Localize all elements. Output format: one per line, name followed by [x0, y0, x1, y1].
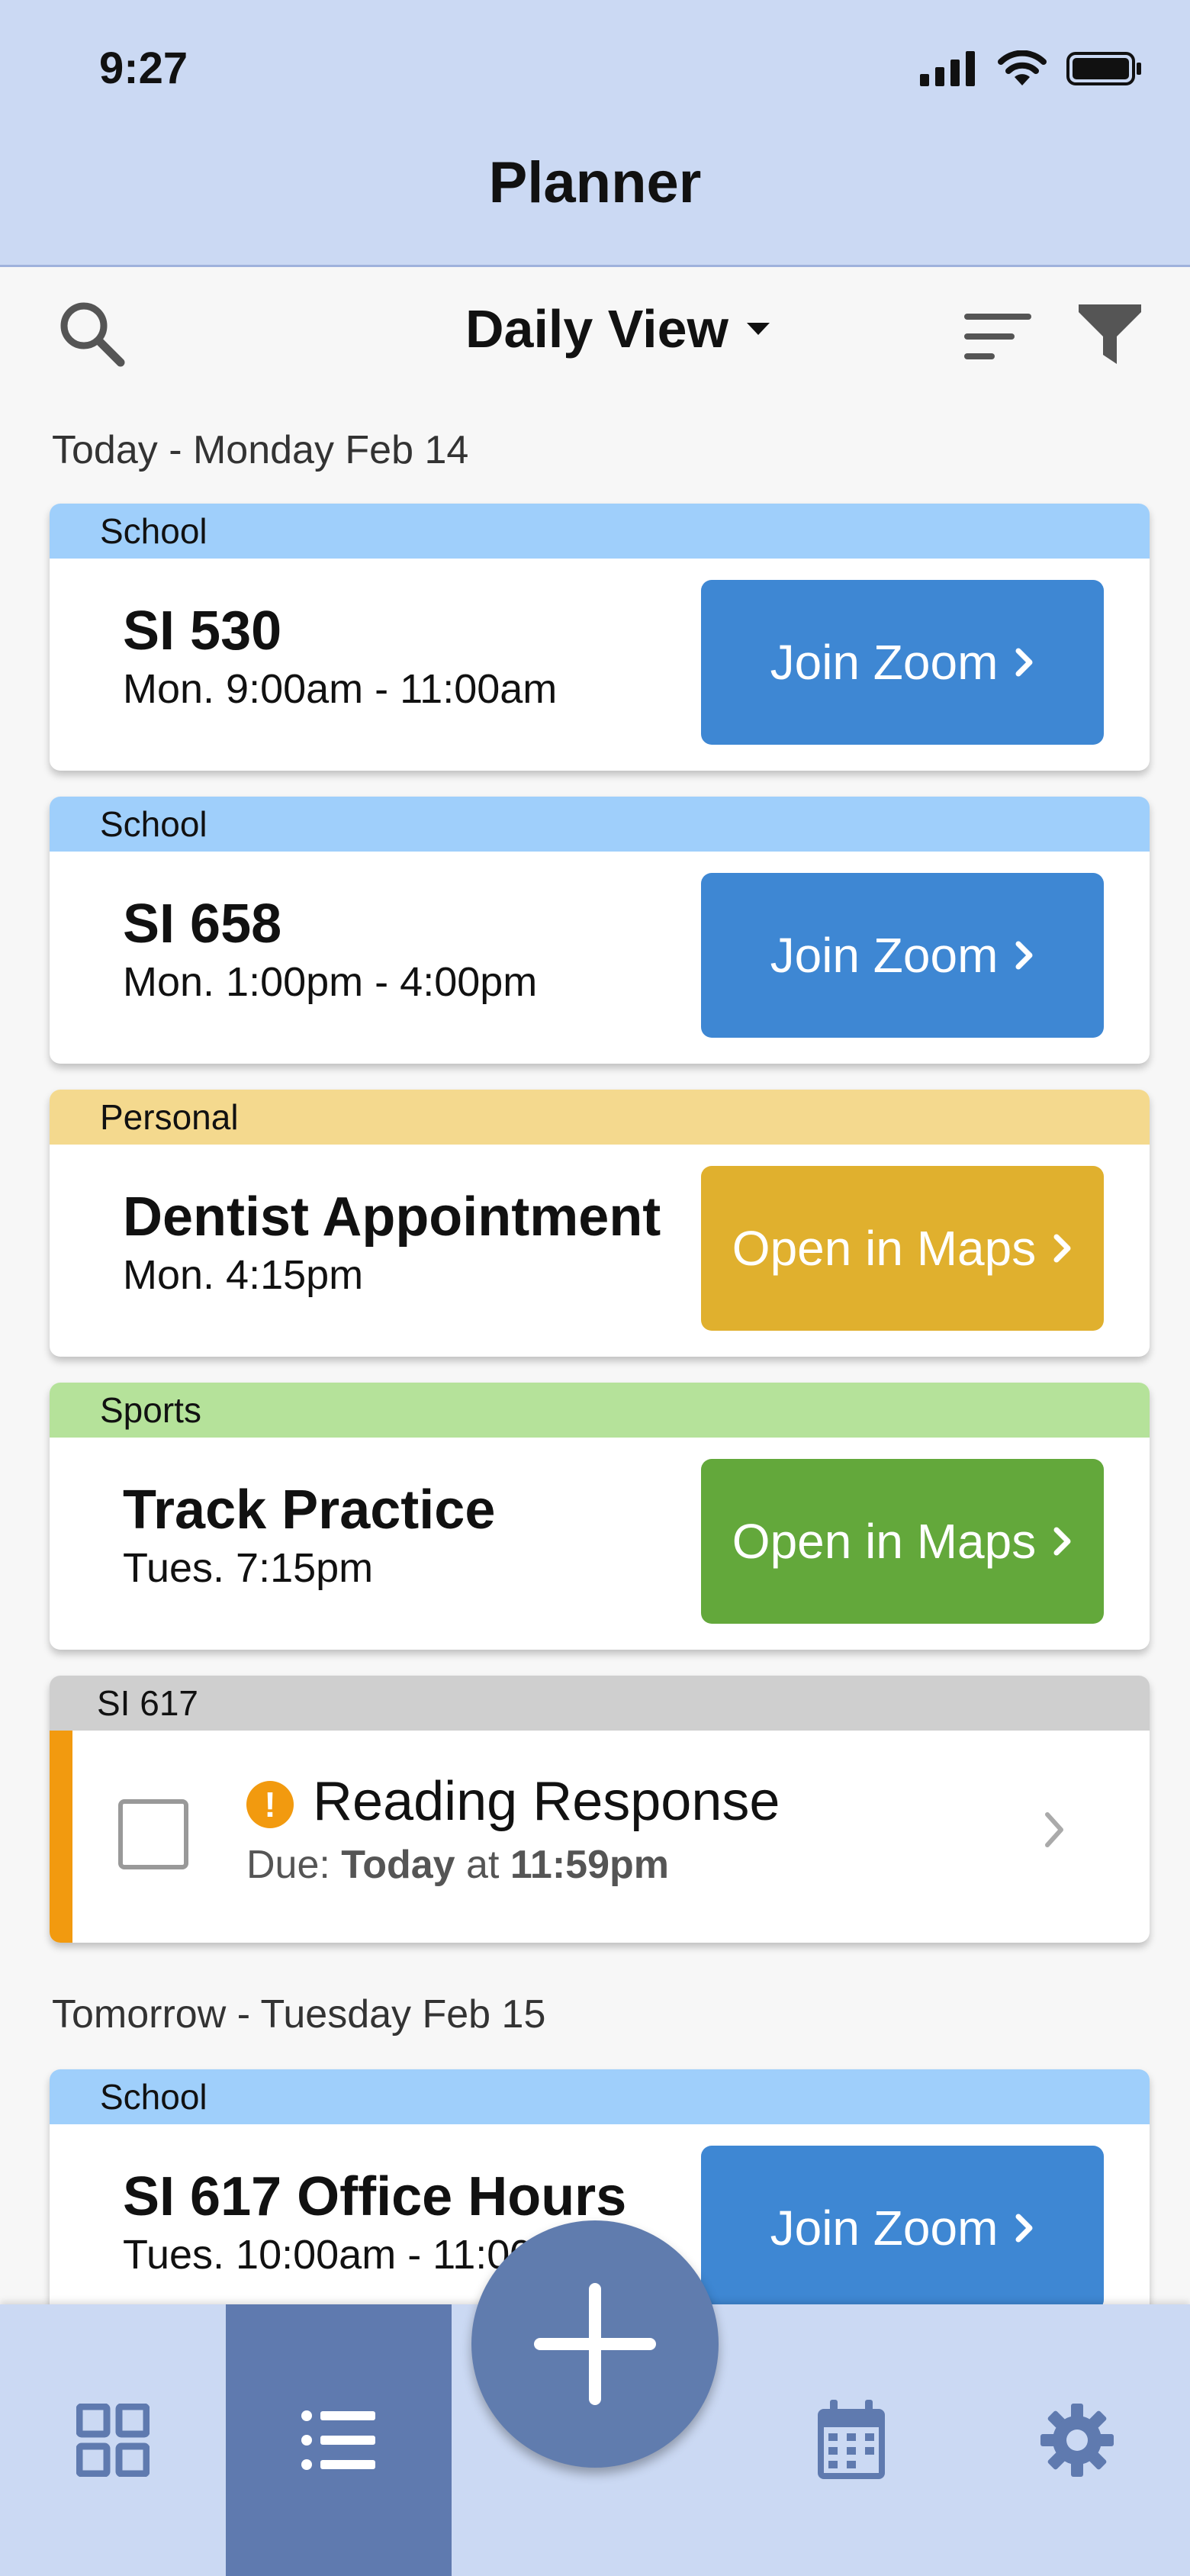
view-dropdown[interactable]: Daily View — [465, 298, 771, 359]
task-checkbox[interactable] — [118, 1799, 188, 1869]
event-title: SI 530 — [123, 601, 282, 662]
action-button-label: Open in Maps — [732, 1221, 1037, 1276]
list-icon — [301, 2410, 375, 2470]
page-title: Planner — [488, 150, 702, 215]
tab-dashboard[interactable] — [0, 2304, 226, 2576]
filter-icon — [1079, 304, 1141, 364]
event-time: Tues. 7:15pm — [123, 1545, 374, 1591]
task-card[interactable]: SI 617 ! Reading Response Due: Today at … — [50, 1676, 1150, 1943]
event-card[interactable]: School SI 658 Mon. 1:00pm - 4:00pm Join … — [50, 797, 1150, 1064]
status-bar: 9:27 — [0, 0, 1190, 137]
event-time: Mon. 4:15pm — [123, 1252, 364, 1298]
task-due-prefix: Due: — [246, 1843, 330, 1887]
event-title: Track Practice — [123, 1480, 496, 1541]
task-course-tag: SI 617 — [50, 1676, 1150, 1731]
action-button-label: Open in Maps — [732, 1514, 1037, 1569]
event-category-tag: School — [50, 2069, 1150, 2124]
event-card[interactable]: Sports Track Practice Tues. 7:15pm Open … — [50, 1383, 1150, 1650]
filter-button[interactable] — [1076, 300, 1144, 369]
event-category-tag: Personal — [50, 1090, 1150, 1145]
battery-icon — [1066, 52, 1141, 85]
tab-calendar[interactable] — [738, 2304, 964, 2576]
join-zoom-button[interactable]: Join Zoom — [701, 2146, 1104, 2310]
join-zoom-button[interactable]: Join Zoom — [701, 873, 1104, 1038]
day-heading-tomorrow: Tomorrow - Tuesday Feb 15 — [52, 1992, 546, 2037]
open-in-maps-button[interactable]: Open in Maps — [701, 1459, 1104, 1624]
event-time: Mon. 9:00am - 11:00am — [123, 666, 558, 712]
chevron-right-icon — [1053, 1527, 1071, 1556]
search-icon — [60, 302, 125, 367]
event-time: Mon. 1:00pm - 4:00pm — [123, 959, 538, 1005]
task-due-day: Today — [341, 1843, 455, 1887]
add-button[interactable] — [471, 2220, 719, 2468]
tab-settings[interactable] — [964, 2304, 1190, 2576]
day-heading-today: Today - Monday Feb 14 — [52, 428, 469, 472]
task-due-mid: at — [466, 1843, 500, 1887]
event-title: SI 617 Office Hours — [123, 2166, 627, 2227]
action-button-label: Join Zoom — [770, 928, 999, 983]
chevron-right-icon — [1053, 1234, 1071, 1263]
open-in-maps-button[interactable]: Open in Maps — [701, 1166, 1104, 1331]
chevron-right-icon — [1015, 648, 1033, 677]
toolbar: Daily View — [0, 269, 1190, 399]
event-card[interactable]: Personal Dentist Appointment Mon. 4:15pm… — [50, 1090, 1150, 1357]
tab-list[interactable] — [226, 2304, 452, 2576]
grid-icon — [76, 2404, 150, 2477]
task-due: Due: Today at 11:59pm — [246, 1842, 669, 1888]
chevron-right-icon — [1015, 941, 1033, 970]
join-zoom-button[interactable]: Join Zoom — [701, 580, 1104, 745]
calendar-icon — [818, 2400, 885, 2479]
chevron-right-icon[interactable] — [1043, 1808, 1066, 1851]
cellular-signal-icon — [920, 51, 975, 86]
event-category-tag: Sports — [50, 1383, 1150, 1438]
chevron-right-icon — [1015, 2214, 1033, 2243]
alert-icon: ! — [246, 1781, 294, 1828]
sort-button[interactable] — [963, 306, 1033, 367]
gear-icon — [1040, 2404, 1114, 2477]
task-due-time: 11:59pm — [510, 1843, 669, 1887]
action-button-label: Join Zoom — [770, 2201, 999, 2256]
caret-down-icon — [747, 323, 770, 335]
view-dropdown-label: Daily View — [465, 299, 729, 359]
event-category-tag: School — [50, 797, 1150, 852]
sort-icon — [964, 314, 1031, 359]
wifi-icon — [998, 50, 1047, 85]
event-title: SI 658 — [123, 894, 282, 955]
app-header: Planner — [0, 137, 1190, 267]
action-button-label: Join Zoom — [770, 635, 999, 690]
status-icons — [920, 50, 1143, 87]
search-button[interactable] — [55, 297, 128, 370]
status-time: 9:27 — [99, 43, 188, 93]
event-card[interactable]: School SI 530 Mon. 9:00am - 11:00am Join… — [50, 504, 1150, 771]
event-category-tag: School — [50, 504, 1150, 559]
task-title: Reading Response — [313, 1771, 780, 1832]
event-title: Dentist Appointment — [123, 1187, 661, 1248]
plus-icon — [534, 2283, 656, 2405]
